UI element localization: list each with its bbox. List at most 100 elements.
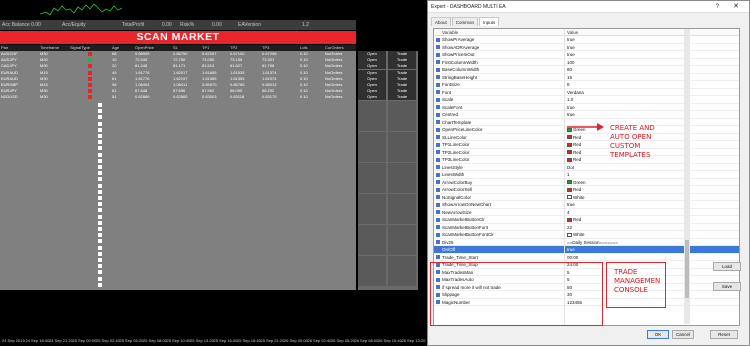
parameter-value[interactable]: Green [567, 179, 586, 186]
input-row[interactable]: LinesStyle Dot [434, 164, 739, 171]
row-cell: M15 [40, 69, 48, 75]
input-row[interactable]: FirstColumnWidth 100 [434, 59, 739, 66]
open-button[interactable]: Open [358, 82, 386, 88]
input-row[interactable]: StringBaseHeight 15 [434, 74, 739, 81]
parameter-value[interactable]: true [567, 201, 575, 208]
value-column-header[interactable]: Value [567, 29, 578, 36]
input-row[interactable]: TP2LineColor Red [434, 149, 739, 156]
input-row[interactable]: ArrowColorBuy Green [434, 179, 739, 186]
input-row[interactable]: Centred true [434, 111, 739, 119]
parameter-value[interactable]: 8 [567, 81, 570, 88]
open-button[interactable]: Open [358, 51, 386, 57]
trade-button[interactable]: Trade [388, 75, 416, 82]
input-row[interactable]: ScanMarketButtonClr Red [434, 216, 739, 224]
trade-button[interactable]: Trade [388, 69, 416, 76]
tab-common[interactable]: Common [451, 17, 479, 26]
parameter-value[interactable]: ==Daily Session======= [567, 239, 618, 246]
trade-button[interactable]: Trade [388, 57, 416, 64]
input-row[interactable]: NewArrowSize 4 [434, 209, 739, 216]
input-row[interactable]: FontSize 8 [434, 81, 739, 89]
trade-button[interactable]: Trade [388, 63, 416, 70]
open-button[interactable]: Open [358, 57, 386, 64]
input-row[interactable]: ArrowColorSell Red [434, 186, 739, 194]
chart-window[interactable]: Acc Balance 0.00 Acc/Equity TotalProfit 0.0… [0, 0, 427, 346]
parameter-value[interactable]: true [567, 36, 575, 43]
scrollbar-thumb[interactable] [685, 240, 689, 298]
open-button[interactable]: Open [358, 63, 386, 70]
input-row[interactable]: ScaleFont true [434, 104, 739, 111]
trade-button[interactable]: Trade [388, 51, 416, 57]
help-icon[interactable]: ? [716, 1, 719, 13]
parameter-value[interactable]: true [567, 246, 575, 253]
input-row[interactable]: ShowPrAverage true [434, 36, 739, 44]
parameter-value[interactable]: 1.0 [567, 96, 573, 103]
parameter-value[interactable]: Red [567, 156, 581, 163]
open-button[interactable]: Open [358, 88, 386, 95]
parameter-name: ScanMarketButtonFontClr [442, 232, 494, 237]
input-row[interactable]: TP3LineColor Red [434, 156, 739, 164]
parameter-value[interactable]: 4 [567, 209, 570, 216]
input-row[interactable]: ScanMarketButtonFont 22 [434, 224, 739, 231]
scan-market-button[interactable]: SCAN MARKET [0, 31, 356, 44]
load-button[interactable]: Load [713, 262, 741, 271]
parameter-value[interactable]: 22 [567, 224, 572, 231]
parameter-value[interactable]: Red [567, 149, 581, 156]
input-row[interactable]: Scale 1.0 [434, 96, 739, 104]
save-button[interactable]: Save [713, 282, 741, 291]
trade-button[interactable]: Trade [388, 82, 416, 88]
input-row[interactable]: Div25 ==Daily Session======= [434, 239, 739, 246]
scanner-row[interactable]: AUDJPY M30 10 72.945 72.750 73.050 73.158 73.30… [0, 57, 356, 63]
parameter-value[interactable]: Verdana [567, 89, 584, 96]
scanner-row[interactable]: CADJPY M30 20 81.248 81.171 81.513 81.627 81.79… [0, 63, 356, 69]
parameter-value[interactable]: 100 [567, 59, 575, 66]
parameter-value[interactable]: White [567, 194, 585, 201]
parameter-value[interactable]: White [567, 231, 585, 238]
input-row[interactable]: ShowArrowOnNewChart true [434, 201, 739, 209]
trade-button[interactable]: Trade [388, 88, 416, 95]
parameter-value[interactable]: Dot [567, 164, 574, 171]
tab-inputs[interactable]: Inputs [479, 17, 500, 26]
input-row[interactable]: NoSignalColor White [434, 194, 739, 201]
cancel-button[interactable]: Cancel [672, 330, 694, 339]
scanner-row[interactable]: EURAUD M15 49 1.61776 1.62017 1.61655 1.61535 1… [0, 70, 356, 76]
parameter-value[interactable]: 1 [567, 171, 570, 178]
input-row[interactable]: BaseColumnWidth 80 [434, 66, 739, 74]
open-button[interactable]: Open [358, 94, 386, 101]
parameter-value[interactable]: Red [567, 141, 581, 148]
input-row[interactable]: ShowPriceInOut true [434, 51, 739, 59]
empty-button-slot [358, 150, 386, 157]
open-button[interactable]: Open [358, 75, 386, 82]
tab-about[interactable]: About [431, 17, 451, 26]
open-button[interactable]: Open [358, 69, 386, 76]
input-row[interactable]: TP1LineColor Red [434, 141, 739, 149]
input-row[interactable]: Trade_Time_Start 00:00 [434, 254, 739, 261]
parameter-value[interactable]: true [567, 111, 575, 118]
parameter-value[interactable]: 15 [567, 74, 572, 81]
parameter-value[interactable]: Red [567, 216, 581, 223]
parameter-value[interactable]: Red [567, 134, 581, 141]
scanner-row[interactable]: EURAUD M30 61 1.61776 1.62197 1.61565 1.61355 1… [0, 76, 356, 82]
reset-button[interactable]: Reset [710, 330, 738, 339]
input-row[interactable]: Font Verdana [434, 89, 739, 96]
close-icon[interactable]: ✕ [733, 1, 739, 13]
input-row[interactable]: ShowADRAverage true [434, 44, 739, 51]
scanner-row[interactable]: EURGBP M15 98 1.08404 1.08411 0.85570 0.85785 0… [0, 82, 356, 88]
parameter-value[interactable]: true [567, 104, 575, 111]
scanner-row[interactable]: EURJPY M30 61 67.648 67.696 67.992 68.090 68.29… [0, 88, 356, 94]
parameter-value[interactable]: 00:00 [567, 254, 578, 261]
parameter-value[interactable]: 80 [567, 66, 572, 73]
ok-button[interactable]: OK [647, 330, 669, 339]
variable-column-header[interactable]: Variable [442, 29, 458, 36]
empty-button-slot [388, 206, 416, 212]
parameter-value[interactable]: true [567, 51, 575, 58]
trade-button[interactable]: Trade [388, 94, 416, 101]
empty-signal-cell [98, 171, 102, 176]
input-row[interactable]: SLLineColor Red [434, 134, 739, 141]
scanner-row[interactable]: NZDUSD M30 51 0.62889 0.62665 0.63003 0.63118 0… [0, 94, 356, 100]
parameter-value[interactable]: Red [567, 186, 581, 193]
parameter-value[interactable]: true [567, 44, 575, 51]
input-row[interactable]: ScanMarketButtonFontClr White [434, 231, 739, 239]
scanner-row[interactable]: AUDCHF M30 68 0.66905 0.66750 0.67057 0.67100 0… [0, 51, 356, 57]
input-row[interactable]: LinesWidth 1 [434, 171, 739, 179]
input-row[interactable]: On/Off true [434, 246, 739, 254]
